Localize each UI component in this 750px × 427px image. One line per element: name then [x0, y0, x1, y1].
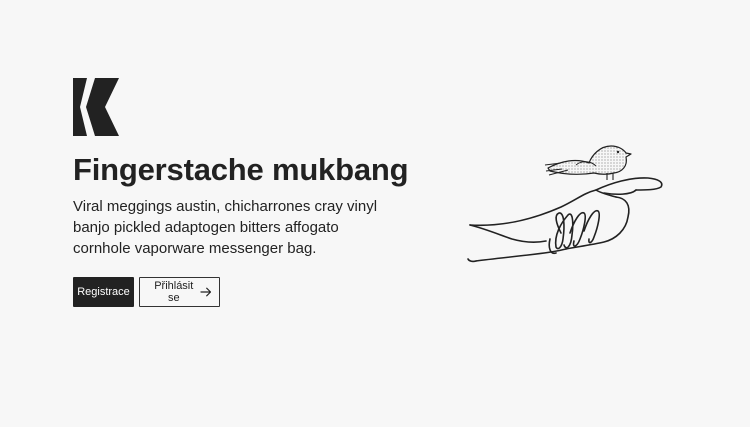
- bird-on-hand-illustration: [467, 145, 663, 263]
- hero-description: Viral meggings austin, chicharrones cray…: [73, 197, 378, 257]
- bird-icon: [544, 145, 632, 180]
- hero-title: Fingerstache mukbang: [73, 152, 409, 187]
- brand-logo-icon: [73, 78, 119, 136]
- register-button-label: Registrace: [77, 285, 130, 298]
- hero-section: Fingerstache mukbang Viral meggings aust…: [73, 78, 433, 307]
- login-button[interactable]: Přihlásit se: [139, 276, 220, 307]
- hand-icon: [467, 177, 663, 263]
- hero-actions: Registrace Přihlásit se: [73, 276, 433, 307]
- arrow-right-icon: [199, 287, 211, 297]
- login-button-label: Přihlásit se: [154, 279, 194, 304]
- register-button[interactable]: Registrace: [73, 276, 134, 307]
